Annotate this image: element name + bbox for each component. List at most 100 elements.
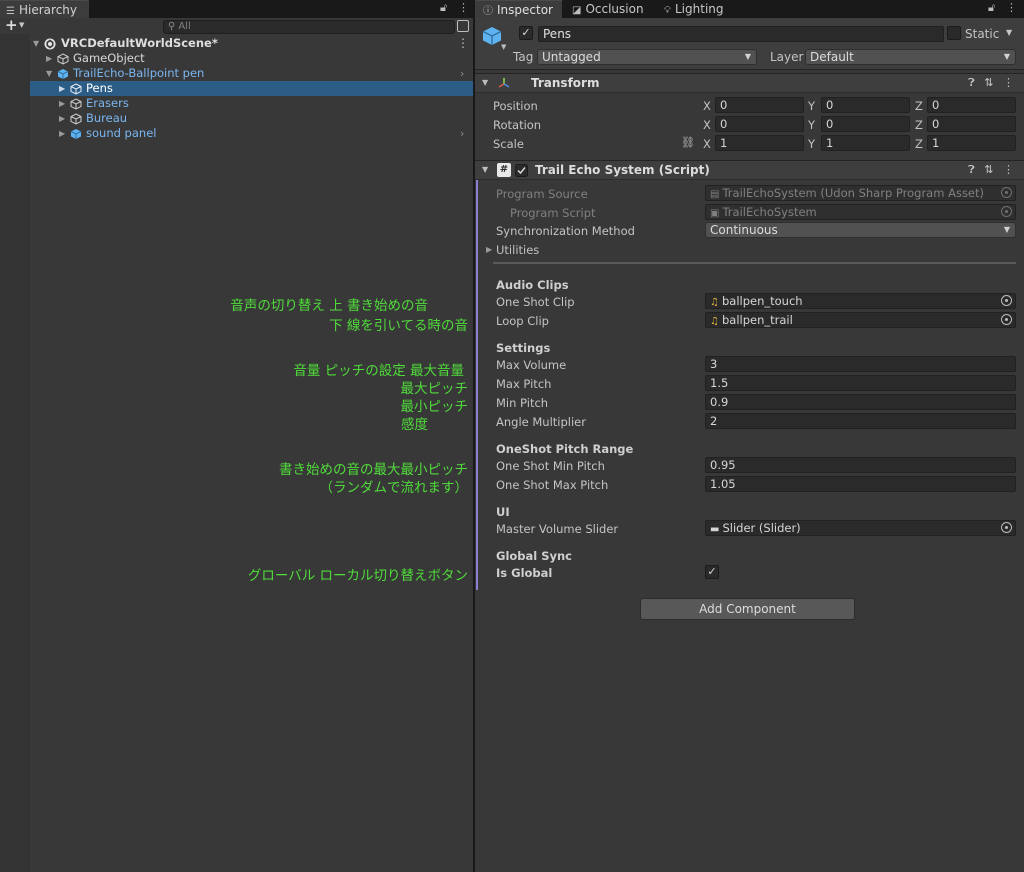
- tree-row-sound-panel[interactable]: ▶ sound panel ›: [30, 126, 473, 141]
- collapsed-arrow-icon[interactable]: ▶: [59, 126, 65, 141]
- min-pitch-field[interactable]: 0.9: [705, 394, 1016, 410]
- tab-label: Inspector: [497, 3, 553, 17]
- axis-z-label[interactable]: Z: [915, 118, 923, 132]
- tree-row-bureau[interactable]: ▶ Bureau: [30, 111, 473, 126]
- axis-x-label[interactable]: X: [703, 99, 711, 113]
- position-label[interactable]: Position: [493, 99, 538, 113]
- hierarchy-tree: ▼ VRCDefaultWorldScene* ⋮ ▶ GameObject ▼…: [30, 34, 473, 872]
- oneshot-pitch-range-header: OneShot Pitch Range: [496, 442, 634, 456]
- one-shot-min-pitch-field[interactable]: 0.95: [705, 457, 1016, 473]
- loop-clip-field[interactable]: ♫ ballpen_trail: [705, 312, 1016, 328]
- dropdown-arrow-icon[interactable]: ▼: [19, 21, 24, 29]
- preset-icon[interactable]: ⇅: [984, 163, 993, 176]
- object-picker-icon[interactable]: [1001, 522, 1012, 533]
- tree-row-scene[interactable]: ▼ VRCDefaultWorldScene* ⋮: [30, 36, 473, 51]
- angle-multiplier-label: Angle Multiplier: [496, 415, 586, 429]
- utilities-foldout[interactable]: Utilities: [496, 243, 539, 257]
- component-header-icons[interactable]: ❓︎ ⇅ ⋮: [968, 163, 1014, 177]
- tree-row-trailecho[interactable]: ▼ TrailEcho-Ballpoint pen ›: [30, 66, 473, 81]
- kebab-menu-icon[interactable]: ⋮: [1003, 163, 1014, 176]
- position-z-field[interactable]: 0: [927, 97, 1016, 113]
- checkbox-icon[interactable]: [515, 164, 528, 177]
- static-label: Static: [965, 27, 1000, 41]
- scene-filter-icon[interactable]: [457, 20, 469, 32]
- max-volume-field[interactable]: 3: [705, 356, 1016, 372]
- axis-x-label[interactable]: X: [703, 118, 711, 132]
- tree-row-pens[interactable]: ▶ Pens: [30, 81, 473, 96]
- component-header-icons[interactable]: ❓︎ ⇅ ⋮: [968, 76, 1014, 90]
- position-y-field[interactable]: 0: [821, 97, 910, 113]
- script-header[interactable]: ▼ # Trail Echo System (Script) ❓︎ ⇅ ⋮: [475, 160, 1024, 180]
- transform-header[interactable]: ▼ Transform ❓︎ ⇅ ⋮: [475, 73, 1024, 93]
- lock-icon[interactable]: 🔓︎: [440, 1, 447, 15]
- audio-clips-header: Audio Clips: [496, 278, 569, 292]
- tab-occlusion[interactable]: ◪ Occlusion: [564, 0, 656, 18]
- gameobject-cube-icon: [57, 53, 69, 65]
- dropdown-arrow-icon[interactable]: ▼: [501, 43, 506, 51]
- help-icon[interactable]: ❓︎: [968, 76, 975, 89]
- max-pitch-field[interactable]: 1.5: [705, 375, 1016, 391]
- help-icon[interactable]: ❓︎: [968, 163, 975, 176]
- collapsed-arrow-icon[interactable]: ▶: [46, 51, 52, 66]
- active-checkbox[interactable]: ✓: [519, 26, 533, 40]
- scale-z-field[interactable]: 1: [927, 135, 1016, 151]
- axis-z-label[interactable]: Z: [915, 99, 923, 113]
- is-global-checkbox[interactable]: ✓: [705, 565, 719, 579]
- static-checkbox[interactable]: [947, 26, 961, 40]
- rotation-x-field[interactable]: 0: [715, 116, 804, 132]
- sync-method-dropdown[interactable]: Continuous ▼: [705, 222, 1016, 238]
- angle-multiplier-field[interactable]: 2: [705, 413, 1016, 429]
- kebab-menu-icon[interactable]: ⋮: [458, 1, 469, 14]
- tree-row-gameobject[interactable]: ▶ GameObject: [30, 51, 473, 66]
- fold-arrow-icon[interactable]: ▼: [482, 78, 488, 87]
- preset-icon[interactable]: ⇅: [984, 76, 993, 89]
- position-x-field[interactable]: 0: [715, 97, 804, 113]
- tab-inspector[interactable]: ⓘ Inspector: [475, 0, 562, 18]
- annotation-volume-line2: 最大ピッチ: [400, 381, 469, 397]
- chevron-right-icon[interactable]: ›: [460, 66, 464, 81]
- rotation-z-field[interactable]: 0: [927, 116, 1016, 132]
- axis-y-label[interactable]: Y: [808, 118, 815, 132]
- kebab-menu-icon[interactable]: ⋮: [457, 36, 469, 51]
- one-shot-max-pitch-field[interactable]: 1.05: [705, 476, 1016, 492]
- collapsed-arrow-icon[interactable]: ▶: [59, 81, 65, 96]
- tree-row-erasers[interactable]: ▶ Erasers: [30, 96, 473, 111]
- rotation-y-field[interactable]: 0: [821, 116, 910, 132]
- layer-value: Default: [810, 50, 854, 64]
- object-picker-icon[interactable]: [1001, 295, 1012, 306]
- collapsed-arrow-icon[interactable]: ▶: [59, 96, 65, 111]
- fold-arrow-icon[interactable]: ▼: [482, 165, 488, 174]
- search-input[interactable]: ⚲ All: [163, 20, 455, 34]
- object-picker-icon[interactable]: [1001, 314, 1012, 325]
- occlusion-icon: ◪: [572, 5, 582, 16]
- scale-label[interactable]: Scale: [493, 137, 524, 151]
- object-name-field[interactable]: Pens: [538, 26, 944, 42]
- kebab-menu-icon[interactable]: ⋮: [1006, 1, 1017, 14]
- expand-arrow-icon[interactable]: ▼: [33, 36, 39, 51]
- tab-lighting[interactable]: 💡︎ Lighting: [656, 0, 736, 18]
- add-icon[interactable]: +: [5, 16, 18, 34]
- link-icon[interactable]: ⛓︎: [681, 136, 695, 149]
- axis-y-label[interactable]: Y: [808, 99, 815, 113]
- chevron-right-icon[interactable]: ›: [460, 126, 464, 141]
- one-shot-clip-field[interactable]: ♫ ballpen_touch: [705, 293, 1016, 309]
- collapsed-arrow-icon[interactable]: ▶: [59, 111, 65, 126]
- axis-x-label[interactable]: X: [703, 137, 711, 151]
- tag-dropdown[interactable]: Untagged ▼: [537, 49, 757, 65]
- axis-y-label[interactable]: Y: [808, 137, 815, 151]
- scale-x-field[interactable]: 1: [715, 135, 804, 151]
- kebab-menu-icon[interactable]: ⋮: [1003, 76, 1014, 89]
- prefab-cube-icon[interactable]: [481, 25, 503, 47]
- lock-icon[interactable]: 🔓︎: [988, 1, 995, 15]
- layer-dropdown[interactable]: Default ▼: [805, 49, 1016, 65]
- search-placeholder: All: [178, 21, 191, 32]
- static-dropdown-icon[interactable]: ▼: [1006, 28, 1012, 37]
- add-component-button[interactable]: Add Component: [640, 598, 855, 620]
- collapsed-arrow-icon[interactable]: ▶: [486, 245, 492, 254]
- rotation-label[interactable]: Rotation: [493, 118, 541, 132]
- master-volume-slider-field[interactable]: ▬ Slider (Slider): [705, 520, 1016, 536]
- scale-y-field[interactable]: 1: [821, 135, 910, 151]
- expand-arrow-icon[interactable]: ▼: [46, 66, 52, 81]
- axis-z-label[interactable]: Z: [915, 137, 923, 151]
- tag-value: Untagged: [542, 50, 601, 64]
